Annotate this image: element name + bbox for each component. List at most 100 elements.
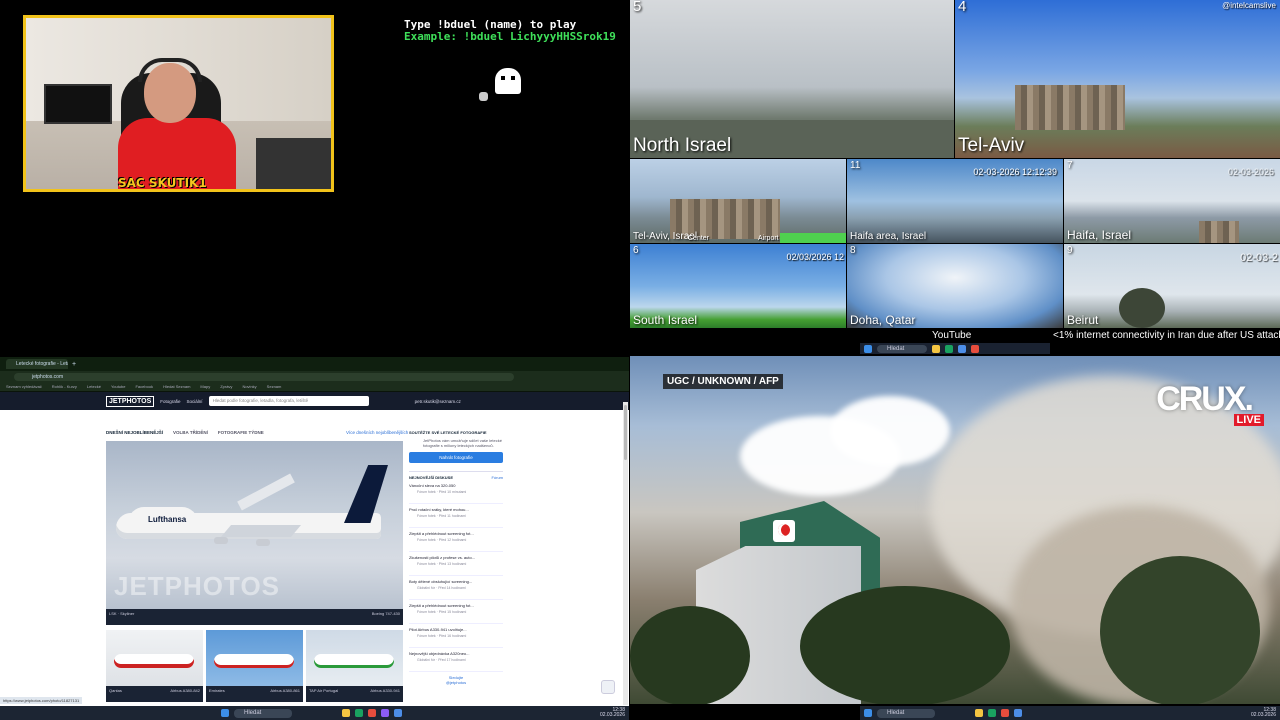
discussion-item[interactable]: Zlepšit a přehlédnout screening fot... Fó… xyxy=(409,531,503,552)
app-icon[interactable] xyxy=(394,709,402,717)
user-menu[interactable]: petr.skutik@seznam.cz xyxy=(415,399,461,404)
discussion-meta: Fórum fotek · Před 16 hodinami xyxy=(417,634,467,638)
cam-tile-haifa: 7 02-03-2026 Haifa, Israel xyxy=(1064,159,1280,243)
cam-timestamp: 02-03-2 xyxy=(1240,252,1278,264)
chrome-icon[interactable] xyxy=(368,709,376,717)
new-tab-icon[interactable]: + xyxy=(72,361,76,368)
discussion-item[interactable]: Zkušenosti pilotů z profese vs. auto... F… xyxy=(409,555,503,576)
channel-watermark: @intelcamslive xyxy=(1222,1,1276,10)
jetphotos-logo[interactable]: JETPHOTOS xyxy=(106,395,155,407)
cam-number: 7 xyxy=(1067,160,1073,171)
cam-number: 11 xyxy=(850,160,861,171)
chrome-icon[interactable] xyxy=(1001,709,1009,717)
folder-icon[interactable] xyxy=(975,709,983,717)
start-icon[interactable] xyxy=(864,344,872,353)
cam-tile-north-israel: 5 North Israel xyxy=(630,0,954,158)
thumb-caption-right: Airbus A380-861 xyxy=(270,688,300,693)
search-input[interactable]: Hledat podle fotografie, letadla, fotogr… xyxy=(208,396,369,406)
discussion-title: Zlepšit a přehlédnout screening fot... xyxy=(409,603,474,608)
cam-number: 5 xyxy=(633,0,642,15)
browser-icon[interactable] xyxy=(945,344,953,353)
engine xyxy=(214,537,228,544)
app-icon[interactable] xyxy=(1014,709,1022,717)
discussion-meta: Fórum fotek · Před 11 hodinami xyxy=(417,514,466,518)
page-scrollbar-thumb[interactable] xyxy=(624,405,627,460)
bookmark[interactable]: Seznam vyhledávač xyxy=(6,384,42,389)
thumb-plane xyxy=(114,654,194,668)
upload-promo-text: JetPhotos vám umožňuje sdílet vaše letec… xyxy=(423,438,502,448)
webcam-name-label: SAC SKUTIK1 xyxy=(118,176,207,190)
thumb-caption: Emirates Airbus A380-861 xyxy=(206,686,303,702)
hero-caption: LSK · Skyliner Boeing 747-430 xyxy=(106,609,403,625)
discussion-item[interactable]: Vánoční sleva na 320-050 Fórum fotek · Př… xyxy=(409,483,503,504)
taskbar-clock: 12:38 02.03.2026 xyxy=(600,708,625,718)
bookmark[interactable]: Seznam xyxy=(267,384,282,389)
taskbar-search[interactable]: Hledat xyxy=(877,708,935,718)
browser-icon[interactable] xyxy=(355,709,363,717)
upload-photos-button[interactable]: Nahrát fotografie xyxy=(409,452,503,463)
thumb-photo[interactable]: TAP Air Portugal Airbus A330-941 xyxy=(306,630,403,702)
folder-icon[interactable] xyxy=(342,709,350,717)
recaptcha-icon xyxy=(601,680,615,694)
nav-photos[interactable]: Fotografie xyxy=(160,399,180,404)
game-small-sprite xyxy=(479,92,488,101)
news-credit: UGC / UNKNOWN / AFP xyxy=(663,374,783,389)
tab-fresh[interactable]: VOLBA TŘÍDĚNÍ xyxy=(173,430,208,435)
follow-link[interactable]: Sledujte @jetphotos xyxy=(409,675,503,685)
bookmark[interactable]: Novinky xyxy=(242,384,256,389)
tab-today[interactable]: DNEŠNÍ NEJOBLÍBENĚJŠÍ xyxy=(106,430,163,435)
bookmark[interactable]: Mapy xyxy=(200,384,210,389)
thumb-caption-left: Emirates xyxy=(209,688,225,693)
bookmark[interactable]: Rohlík - Kurzy xyxy=(52,384,77,389)
discussion-item[interactable]: Zlepšit a přehlédnout screening fot... Fó… xyxy=(409,603,503,624)
bookmark[interactable]: Hledat Seznam xyxy=(163,384,190,389)
browser-icon[interactable] xyxy=(988,709,996,717)
taskbar-search[interactable]: Hledat xyxy=(877,344,927,353)
cam-sublabel-center: Center xyxy=(688,235,710,242)
discussion-meta: Globální fór · Před 17 hodinami xyxy=(417,658,466,662)
cam-label: Haifa, Israel xyxy=(1067,228,1132,242)
airline-livery-text: Lufthansa xyxy=(148,515,187,524)
bookmark[interactable]: Youtube xyxy=(111,384,126,389)
browser-tab[interactable]: Letecké fotografie - Letadl... xyxy=(6,359,68,369)
start-icon[interactable] xyxy=(864,709,872,717)
hero-caption-right: Boeing 747-430 xyxy=(371,611,400,616)
discussion-item[interactable]: Pilot Airbus A330-941 uvolňuje... Fórum f… xyxy=(409,627,503,648)
start-icon[interactable] xyxy=(221,709,229,717)
folder-icon[interactable] xyxy=(932,344,940,353)
app-icon[interactable] xyxy=(958,344,966,353)
bookmark[interactable]: Letecké xyxy=(87,384,101,389)
discussion-item[interactable]: Nejnovější objednávka A320neo... Globální… xyxy=(409,651,503,672)
bookmark[interactable]: Facebook xyxy=(135,384,153,389)
thumb-photo[interactable]: Qantas Airbus A380-842 xyxy=(106,630,203,702)
discussions-title: NEJNOVĚJŠÍ DISKUSE xyxy=(409,475,454,480)
pc-taskbar: Hledat 12:38 02.03.2026 xyxy=(0,706,629,720)
address-bar[interactable]: jetphotos.com xyxy=(14,372,514,381)
thumb-caption-left: TAP Air Portugal xyxy=(309,688,339,693)
chrome-icon[interactable] xyxy=(971,344,979,353)
app-icon[interactable] xyxy=(381,709,389,717)
cam-label: North Israel xyxy=(633,135,732,156)
bookmark[interactable]: Zprávy xyxy=(220,384,232,389)
taskbar-search[interactable]: Hledat xyxy=(234,708,292,718)
show-all-link[interactable]: Více dnešních nejoblíbenějších xyxy=(346,430,408,435)
hero-watermark: JETPHOTOS xyxy=(114,571,281,601)
upload-promo-title: SOUTĚŽTE SVÉ LETECKÉ FOTOGRAFIE xyxy=(409,430,487,435)
cam-tile-haifa-area: 11 02-03-2026 12:12:39 Haifa area, Israe… xyxy=(847,159,1063,243)
discussion-item[interactable]: Proč rotační sráky, které mohou... Fórum … xyxy=(409,507,503,528)
cam-number: 6 xyxy=(633,245,639,256)
green-field xyxy=(780,233,846,243)
thumb-photo[interactable]: Emirates Airbus A380-861 xyxy=(206,630,303,702)
forum-link[interactable]: Fórum xyxy=(491,475,503,480)
nav-social[interactable]: Sociální xyxy=(187,399,203,404)
discussion-item[interactable]: Boty dělené obsluhující screening... Glob… xyxy=(409,579,503,600)
thumb-caption-left: Qantas xyxy=(109,688,122,693)
discussion-title: Boty dělené obsluhující screening... xyxy=(409,579,473,584)
thumb-plane xyxy=(314,654,394,668)
address-bar-row: jetphotos.com xyxy=(0,371,629,382)
tab-week[interactable]: FOTOGRAFIE TÝDNE xyxy=(218,430,264,435)
hero-photo[interactable]: Lufthansa JETPHOTOS xyxy=(106,441,403,609)
engine xyxy=(256,539,270,546)
cam-label: Tel-Aviv xyxy=(958,135,1025,156)
discussion-title: Pilot Airbus A330-941 uvolňuje... xyxy=(409,627,467,632)
